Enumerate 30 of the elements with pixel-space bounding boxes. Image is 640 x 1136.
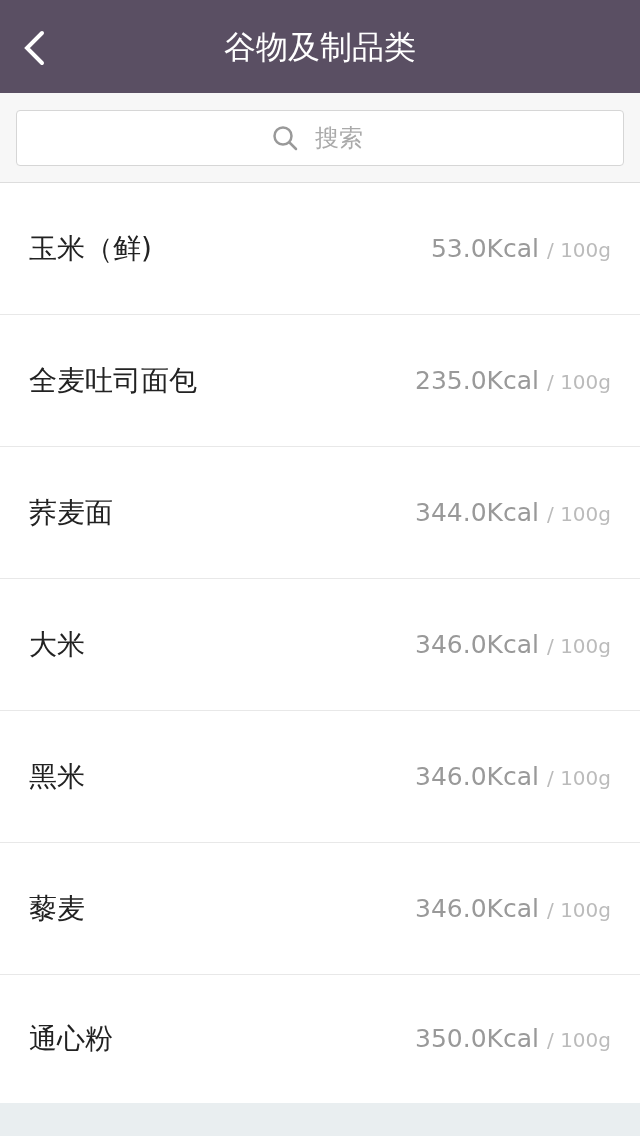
serving-unit: / 100g <box>547 236 611 264</box>
calorie-value: 53.0Kcal <box>430 232 540 265</box>
food-name: 藜麦 <box>29 890 85 927</box>
calorie-value: 235.0Kcal <box>415 364 540 397</box>
serving-unit: / 100g <box>547 632 611 660</box>
food-row[interactable]: 大米 346.0Kcal / 100g <box>0 579 640 711</box>
serving-unit: / 100g <box>547 500 611 528</box>
food-name: 通心粉 <box>29 1021 113 1057</box>
serving-unit: / 100g <box>547 764 611 792</box>
food-name: 黑米 <box>29 758 85 795</box>
serving-unit: / 100g <box>547 896 611 924</box>
serving-unit: / 100g <box>547 368 611 396</box>
food-name: 大米 <box>29 626 85 663</box>
search-field[interactable]: 搜索 <box>16 110 624 166</box>
calorie-value: 344.0Kcal <box>415 496 540 529</box>
calorie-value: 346.0Kcal <box>415 760 540 793</box>
calorie-value: 346.0Kcal <box>415 892 540 925</box>
food-row[interactable]: 全麦吐司面包 235.0Kcal / 100g <box>0 315 640 447</box>
food-row[interactable]: 玉米（鲜) 53.0Kcal / 100g <box>0 183 640 315</box>
food-name: 荞麦面 <box>29 494 113 531</box>
food-name: 玉米（鲜) <box>29 230 152 267</box>
food-row[interactable]: 荞麦面 344.0Kcal / 100g <box>0 447 640 579</box>
page-title: 谷物及制品类 <box>224 30 416 63</box>
food-row[interactable]: 藜麦 346.0Kcal / 100g <box>0 843 640 975</box>
calorie-value: 346.0Kcal <box>415 628 540 661</box>
calorie-value: 350.0Kcal <box>415 1023 540 1056</box>
food-name: 全麦吐司面包 <box>29 362 197 399</box>
serving-unit: / 100g <box>547 1027 611 1055</box>
food-row[interactable]: 通心粉 350.0Kcal / 100g <box>0 975 640 1103</box>
food-row[interactable]: 黑米 346.0Kcal / 100g <box>0 711 640 843</box>
